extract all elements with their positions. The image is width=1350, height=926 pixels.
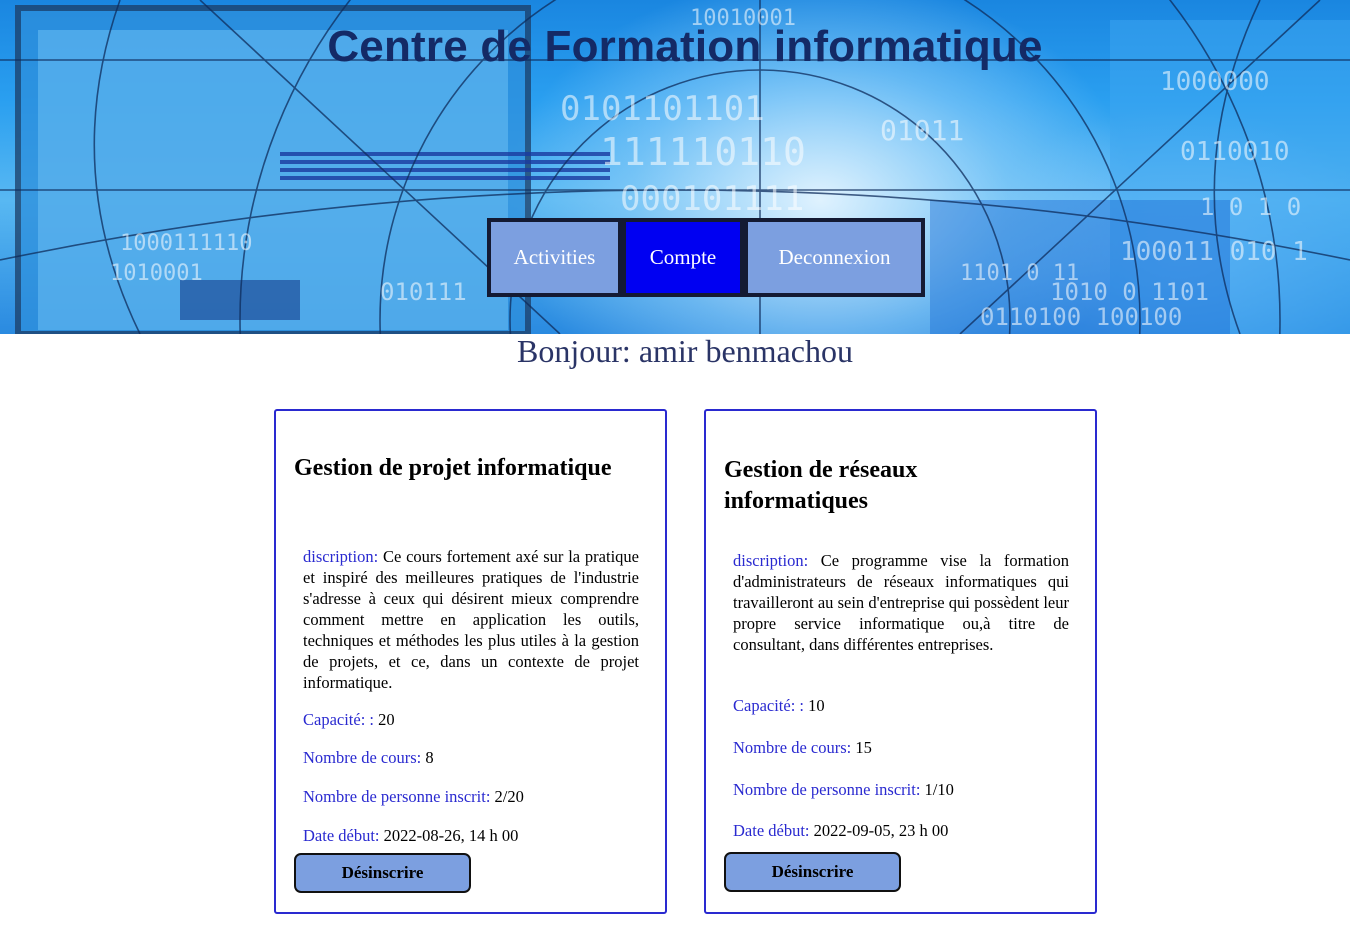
svg-text:010111: 010111 [380, 278, 467, 306]
capacity-label: Capacité: : [303, 710, 375, 729]
courses-count-value: 15 [855, 738, 872, 757]
enrolled-value: 2/20 [494, 787, 524, 806]
course-enrolled: Nombre de personne inscrit: 2/20 [303, 786, 639, 807]
courses-count-value: 8 [425, 748, 434, 767]
courses-count-label: Nombre de cours: [303, 748, 422, 767]
main-nav: Activities Compte Deconnexion [487, 218, 925, 297]
greeting: Bonjour: amir benmachou [0, 333, 1350, 370]
course-start-date: Date début: 2022-08-26, 14 h 00 [303, 825, 639, 846]
description-value: Ce cours fortement axé sur la pratique e… [303, 547, 639, 692]
capacity-value: 10 [808, 696, 825, 715]
svg-text:1000111110: 1000111110 [120, 231, 252, 256]
course-title: Gestion de réseaux informatiques [724, 457, 918, 514]
svg-text:0101101101: 0101101101 [560, 89, 765, 129]
course-description: discription: Ce cours fortement axé sur … [303, 546, 639, 693]
course-description: discription: Ce programme vise la format… [733, 550, 1069, 655]
nav-deconnexion-button[interactable]: Deconnexion [744, 218, 925, 297]
start-date-label: Date début: [303, 826, 380, 845]
start-date-label: Date début: [733, 821, 810, 840]
svg-text:0110010: 0110010 [1180, 137, 1290, 167]
description-label: discription: [303, 547, 379, 566]
header-banner: 0101101101 111110110 000101111 01011 100… [0, 0, 1350, 334]
course-count: Nombre de cours: 8 [303, 747, 639, 768]
course-start-date: Date début: 2022-09-05, 23 h 00 [733, 820, 1069, 841]
greeting-user-name: amir benmachou [638, 333, 853, 369]
unsubscribe-button[interactable]: Désinscrire [294, 853, 471, 893]
nav-compte-button[interactable]: Compte [622, 218, 744, 297]
course-enrolled: Nombre de personne inscrit: 1/10 [733, 779, 1069, 800]
course-capacity: Capacité: : 10 [733, 695, 1069, 716]
start-date-value: 2022-08-26, 14 h 00 [383, 826, 519, 845]
course-capacity: Capacité: : 20 [303, 709, 639, 730]
svg-text:01011: 01011 [880, 114, 964, 147]
course-card: Gestion de projet informatique discripti… [274, 409, 667, 914]
capacity-value: 20 [378, 710, 395, 729]
capacity-label: Capacité: : [733, 696, 805, 715]
start-date-value: 2022-09-05, 23 h 00 [813, 821, 949, 840]
svg-text:100011 010 1: 100011 010 1 [1120, 237, 1308, 267]
svg-text:0110100 100100: 0110100 100100 [980, 303, 1182, 331]
svg-text:1101 0 11: 1101 0 11 [960, 261, 1079, 286]
course-count: Nombre de cours: 15 [733, 737, 1069, 758]
course-title: Gestion de projet informatique [294, 455, 612, 481]
svg-text:1 0 1 0: 1 0 1 0 [1200, 193, 1301, 221]
enrolled-value: 1/10 [924, 780, 954, 799]
courses-count-label: Nombre de cours: [733, 738, 852, 757]
svg-text:111110110: 111110110 [600, 130, 806, 174]
description-label: discription: [733, 551, 809, 570]
svg-text:1010001: 1010001 [110, 261, 203, 286]
enrolled-label: Nombre de personne inscrit: [303, 787, 491, 806]
nav-activities-button[interactable]: Activities [487, 218, 622, 297]
greeting-label: Bonjour: [517, 333, 631, 369]
enrolled-label: Nombre de personne inscrit: [733, 780, 921, 799]
svg-text:000101111: 000101111 [620, 179, 804, 219]
site-title: Centre de Formation informatique [327, 22, 1043, 71]
unsubscribe-button[interactable]: Désinscrire [724, 852, 901, 892]
course-card: Gestion de réseaux informatiques discrip… [704, 409, 1097, 914]
